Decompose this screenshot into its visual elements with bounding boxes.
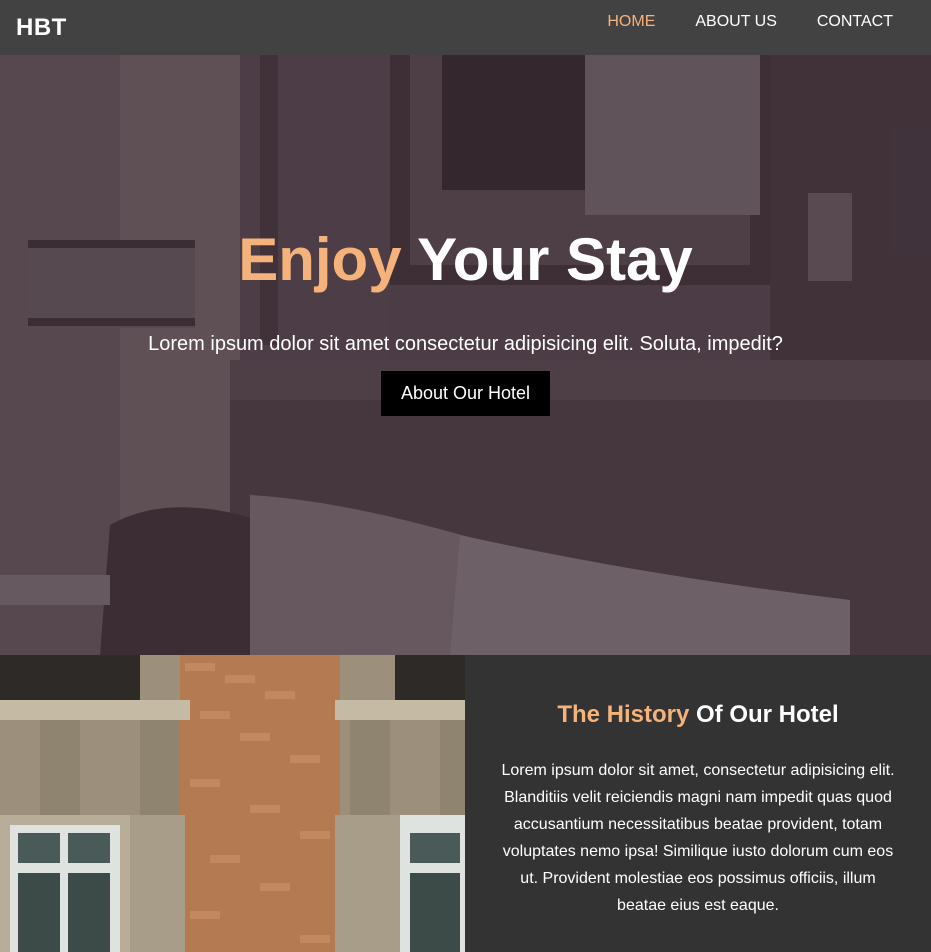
history-title: The History Of Our Hotel [499, 701, 897, 729]
hero-title-rest: Your Stay [417, 226, 693, 293]
hero-title: Enjoy Your Stay [0, 227, 931, 293]
hotel-facade-image [0, 655, 465, 952]
brand-logo[interactable]: HBT [16, 14, 67, 42]
history-title-rest: Of Our Hotel [696, 701, 839, 728]
nav-links: HOME ABOUT US CONTACT [567, 0, 915, 49]
hero-subtitle: Lorem ipsum dolor sit amet consectetur a… [148, 333, 783, 355]
history-text-panel: The History Of Our Hotel Lorem ipsum dol… [465, 655, 931, 952]
nav-link-home[interactable]: HOME [607, 13, 655, 31]
history-body-text: Lorem ipsum dolor sit amet, consectetur … [501, 762, 895, 914]
hero-title-accent: Enjoy [238, 226, 402, 293]
nav-link-contact[interactable]: CONTACT [817, 13, 893, 31]
hero-content: Enjoy Your Stay Lorem ipsum dolor sit am… [0, 227, 931, 416]
about-hotel-button[interactable]: About Our Hotel [380, 371, 551, 416]
navbar: HBT HOME ABOUT US CONTACT [0, 0, 931, 55]
hero-section: Enjoy Your Stay Lorem ipsum dolor sit am… [0, 55, 931, 655]
nav-link-about-us[interactable]: ABOUT US [695, 13, 777, 31]
history-section: The History Of Our Hotel Lorem ipsum dol… [0, 655, 931, 952]
history-title-accent: The History [557, 701, 690, 728]
